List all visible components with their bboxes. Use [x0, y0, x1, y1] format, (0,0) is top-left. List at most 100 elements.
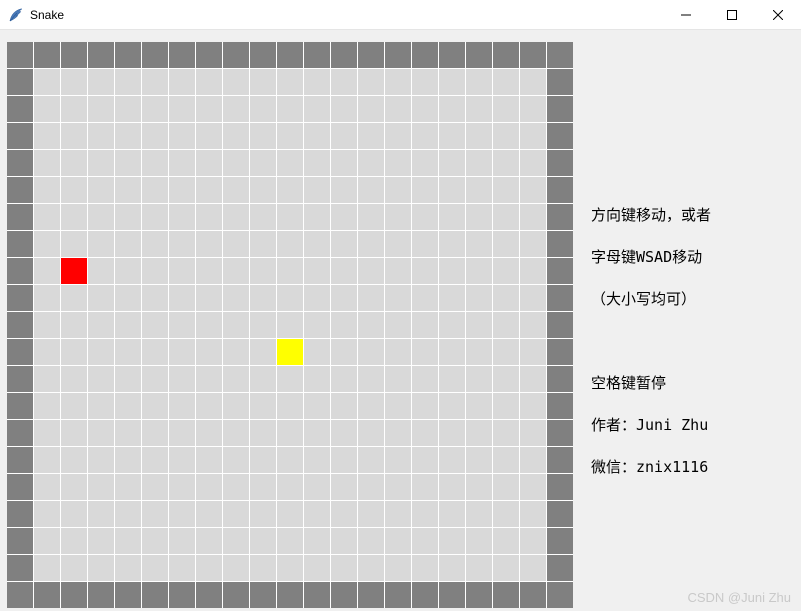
- feather-icon: [8, 7, 24, 23]
- empty-cell: [520, 258, 546, 284]
- empty-cell: [169, 312, 195, 338]
- empty-cell: [439, 339, 465, 365]
- empty-cell: [358, 501, 384, 527]
- empty-cell: [34, 177, 60, 203]
- empty-cell: [115, 555, 141, 581]
- empty-cell: [385, 312, 411, 338]
- empty-cell: [304, 528, 330, 554]
- wall-cell: [7, 231, 33, 257]
- empty-cell: [304, 555, 330, 581]
- empty-cell: [358, 204, 384, 230]
- empty-cell: [358, 366, 384, 392]
- empty-cell: [250, 258, 276, 284]
- empty-cell: [412, 339, 438, 365]
- wall-cell: [7, 339, 33, 365]
- empty-cell: [277, 258, 303, 284]
- empty-cell: [223, 393, 249, 419]
- empty-cell: [88, 231, 114, 257]
- empty-cell: [385, 501, 411, 527]
- empty-cell: [331, 69, 357, 95]
- empty-cell: [466, 150, 492, 176]
- titlebar-buttons: [663, 0, 801, 29]
- empty-cell: [196, 528, 222, 554]
- empty-cell: [412, 231, 438, 257]
- empty-cell: [115, 393, 141, 419]
- empty-cell: [169, 555, 195, 581]
- empty-cell: [223, 447, 249, 473]
- empty-cell: [331, 420, 357, 446]
- wall-cell: [304, 42, 330, 68]
- wall-cell: [439, 582, 465, 608]
- empty-cell: [196, 258, 222, 284]
- wall-cell: [88, 42, 114, 68]
- empty-cell: [223, 528, 249, 554]
- wall-cell: [547, 258, 573, 284]
- empty-cell: [439, 312, 465, 338]
- empty-cell: [493, 69, 519, 95]
- maximize-button[interactable]: [709, 0, 755, 29]
- empty-cell: [169, 528, 195, 554]
- wall-cell: [547, 69, 573, 95]
- empty-cell: [331, 123, 357, 149]
- empty-cell: [34, 150, 60, 176]
- empty-cell: [277, 420, 303, 446]
- empty-cell: [61, 312, 87, 338]
- empty-cell: [223, 123, 249, 149]
- empty-cell: [304, 231, 330, 257]
- empty-cell: [169, 96, 195, 122]
- empty-cell: [520, 420, 546, 446]
- empty-cell: [250, 474, 276, 500]
- empty-cell: [61, 231, 87, 257]
- empty-cell: [223, 555, 249, 581]
- window-title: Snake: [30, 8, 64, 22]
- empty-cell: [196, 231, 222, 257]
- wall-cell: [169, 582, 195, 608]
- empty-cell: [412, 204, 438, 230]
- empty-cell: [34, 474, 60, 500]
- wall-cell: [277, 42, 303, 68]
- empty-cell: [331, 339, 357, 365]
- empty-cell: [115, 474, 141, 500]
- empty-cell: [304, 96, 330, 122]
- empty-cell: [304, 150, 330, 176]
- empty-cell: [223, 420, 249, 446]
- wall-cell: [385, 42, 411, 68]
- minimize-button[interactable]: [663, 0, 709, 29]
- empty-cell: [34, 528, 60, 554]
- empty-cell: [493, 285, 519, 311]
- empty-cell: [412, 528, 438, 554]
- empty-cell: [88, 96, 114, 122]
- empty-cell: [196, 501, 222, 527]
- empty-cell: [385, 69, 411, 95]
- empty-cell: [304, 204, 330, 230]
- empty-cell: [115, 123, 141, 149]
- empty-cell: [250, 204, 276, 230]
- empty-cell: [223, 204, 249, 230]
- wall-cell: [547, 555, 573, 581]
- empty-cell: [115, 204, 141, 230]
- empty-cell: [61, 177, 87, 203]
- empty-cell: [304, 393, 330, 419]
- close-button[interactable]: [755, 0, 801, 29]
- empty-cell: [250, 555, 276, 581]
- empty-cell: [439, 366, 465, 392]
- game-grid[interactable]: [7, 42, 573, 608]
- empty-cell: [331, 285, 357, 311]
- empty-cell: [142, 285, 168, 311]
- empty-cell: [439, 501, 465, 527]
- empty-cell: [277, 96, 303, 122]
- wall-cell: [7, 69, 33, 95]
- empty-cell: [223, 231, 249, 257]
- empty-cell: [385, 555, 411, 581]
- empty-cell: [223, 150, 249, 176]
- empty-cell: [304, 339, 330, 365]
- instruction-line: 字母键WSAD移动: [591, 247, 785, 268]
- empty-cell: [466, 177, 492, 203]
- empty-cell: [169, 285, 195, 311]
- wall-cell: [547, 204, 573, 230]
- empty-cell: [520, 123, 546, 149]
- empty-cell: [331, 150, 357, 176]
- empty-cell: [34, 204, 60, 230]
- wall-cell: [7, 501, 33, 527]
- empty-cell: [277, 528, 303, 554]
